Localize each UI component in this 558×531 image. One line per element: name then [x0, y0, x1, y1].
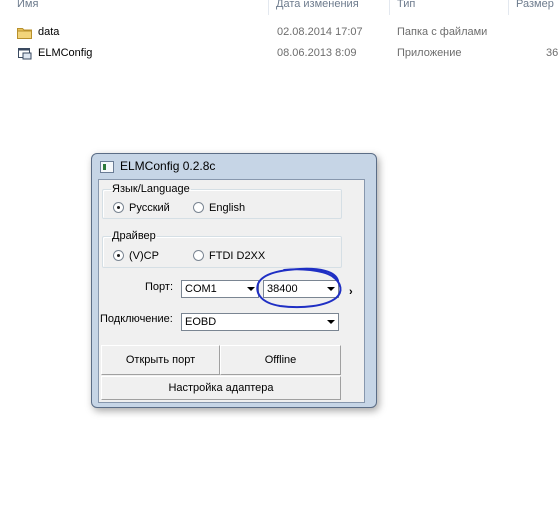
column-header-name[interactable]: Имя: [17, 0, 38, 10]
file-row-data[interactable]: data 02.08.2014 17:07 Папка с файлами: [0, 23, 558, 43]
column-separator[interactable]: [508, 0, 509, 15]
file-size: 36: [546, 47, 558, 59]
column-separator[interactable]: [389, 0, 390, 15]
connection-label: Подключение:: [100, 313, 173, 325]
radio-unselected-indicator: [193, 202, 204, 213]
window-side-strip: [365, 179, 369, 403]
folder-icon: [17, 28, 32, 39]
radio-label: FTDI D2XX: [209, 250, 266, 262]
port-label: Порт:: [145, 281, 173, 293]
radio-ftdi-d2xx[interactable]: FTDI D2XX: [193, 250, 265, 262]
file-row-elmconfig[interactable]: ELMConfig 08.06.2013 8:09 Приложение 36: [0, 44, 558, 64]
column-separator[interactable]: [268, 0, 269, 15]
radio-vcp[interactable]: (V)CP: [113, 250, 159, 262]
column-header-size[interactable]: Размер: [516, 0, 554, 10]
window-titlebar[interactable]: ELMConfig 0.2.8c: [92, 154, 376, 178]
language-group-legend: Язык/Language: [112, 183, 190, 195]
file-list-header: Имя Дата изменения Тип Размер: [0, 0, 558, 16]
desktop-screen: Имя Дата изменения Тип Размер data 02.08…: [0, 0, 558, 531]
radio-label: (V)CP: [129, 250, 159, 262]
baud-rate-select[interactable]: 38400: [263, 280, 339, 298]
application-icon: [18, 48, 32, 60]
elmconfig-window: ELMConfig 0.2.8c Язык/Language Русский E…: [91, 153, 377, 408]
offline-button[interactable]: Offline: [220, 345, 341, 375]
port-select[interactable]: COM1: [181, 280, 259, 298]
radio-label: English: [209, 202, 246, 214]
driver-group-legend: Драйвер: [112, 230, 156, 242]
radio-russian[interactable]: Русский: [113, 202, 170, 214]
radio-selected-indicator: [113, 250, 124, 261]
dropdown-arrow-icon[interactable]: [324, 314, 338, 330]
column-header-date[interactable]: Дата изменения: [276, 0, 359, 10]
language-group: Язык/Language Русский English: [102, 183, 342, 219]
file-date: 08.06.2013 8:09: [277, 47, 357, 59]
radio-label: Русский: [129, 202, 170, 214]
window-app-icon[interactable]: [100, 161, 114, 173]
adapter-settings-button[interactable]: Настройка адаптера: [101, 376, 341, 400]
dropdown-arrow-icon[interactable]: [244, 281, 258, 297]
dropdown-arrow-icon[interactable]: [324, 281, 338, 297]
file-type: Папка с файлами: [397, 26, 488, 38]
file-name: data: [38, 26, 60, 38]
file-name: ELMConfig: [38, 47, 93, 59]
port-select-value: COM1: [185, 283, 217, 295]
radio-unselected-indicator: [193, 250, 204, 261]
radio-english[interactable]: English: [193, 202, 245, 214]
file-date: 02.08.2014 17:07: [277, 26, 363, 38]
expand-arrow-icon[interactable]: ›: [349, 286, 353, 298]
window-client-area: Язык/Language Русский English Драйвер (V…: [98, 179, 365, 403]
radio-selected-indicator: [113, 202, 124, 213]
connection-select[interactable]: EOBD: [181, 313, 339, 331]
window-title: ELMConfig 0.2.8c: [120, 159, 216, 173]
file-type: Приложение: [397, 47, 462, 59]
baud-rate-value: 38400: [267, 283, 298, 295]
column-header-type[interactable]: Тип: [397, 0, 415, 10]
connection-select-value: EOBD: [185, 316, 217, 328]
driver-group: Драйвер (V)CP FTDI D2XX: [102, 230, 342, 268]
open-port-button[interactable]: Открыть порт: [101, 345, 220, 375]
